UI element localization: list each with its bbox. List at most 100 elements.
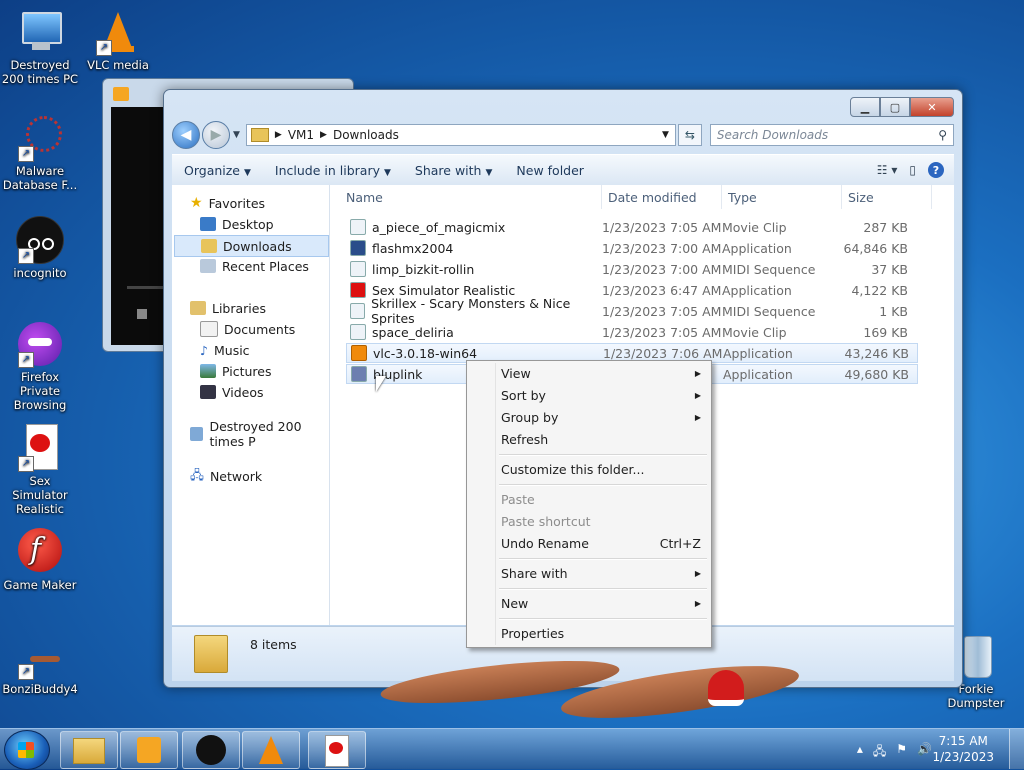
nav-recent-places[interactable]: Recent Places [200,256,309,276]
share-with-button[interactable]: Share with ▼ [403,163,505,178]
nav-libraries[interactable]: Libraries [190,298,266,318]
shortcut-arrow-icon: ↗ [18,456,34,472]
taskbar-media-player-button[interactable] [120,731,178,769]
stop-icon[interactable] [137,309,147,319]
menu-item-paste-shortcut: Paste shortcut [501,513,591,529]
address-dropdown-icon[interactable]: ▼ [662,130,669,140]
nav-music[interactable]: ♪ Music [200,340,250,360]
new-folder-button[interactable]: New folder [504,163,596,178]
show-desktop-button[interactable] [1009,729,1024,769]
action-center-flag-icon[interactable]: ⚑ [896,742,907,763]
vlc-icon [259,736,283,764]
navigation-pane[interactable]: ★ Favorites Desktop Downloads Recent Pla… [172,185,330,625]
menu-item-customize[interactable]: Customize this folder... [501,459,701,479]
menu-item-paste: Paste [501,491,535,507]
libraries-icon [190,301,206,315]
refresh-button[interactable]: ⇆ [677,124,702,146]
menu-separator [499,618,707,620]
recent-pages-dropdown[interactable]: ▼ [233,130,240,140]
menu-item-group-by[interactable]: Group by ▶ [501,407,701,427]
downloads-folder-icon [194,635,228,673]
include-in-library-button[interactable]: Include in library ▼ [263,163,403,178]
nav-favorites[interactable]: ★ Favorites [190,193,265,213]
pictures-icon [200,364,216,378]
nav-downloads[interactable]: Downloads [174,235,329,257]
midi-file-icon [350,303,366,319]
file-row[interactable]: limp_bizkit-rollin 1/23/2023 7:00 AM MIDI… [346,259,918,279]
file-row[interactable]: flashmx2004 1/23/2023 7:00 AM Application… [346,238,918,258]
desktop-icon-vlc[interactable]: ↗ VLC media [78,8,158,72]
menu-item-refresh[interactable]: Refresh [501,429,701,449]
shortcut-arrow-icon: ↗ [96,40,112,56]
desktop-icon-computer[interactable]: Destroyed 200 times PC [0,8,80,86]
help-icon[interactable]: ? [928,162,944,178]
desktop-icon-incognito[interactable]: ↗ incognito [0,216,80,280]
nav-documents[interactable]: Documents [200,319,295,339]
nav-desktop[interactable]: Desktop [200,214,274,234]
network-icon[interactable]: 🖧 [873,742,886,763]
show-hidden-icons-icon[interactable]: ▴ [857,742,863,763]
music-icon: ♪ [200,342,208,358]
desktop-icon-label: VLC media [87,58,149,72]
desktop-icon-label: Malware Database F... [2,164,78,192]
computer-icon [16,8,64,56]
column-header-size[interactable]: Size [842,185,932,209]
menu-item-view[interactable]: View ▶ [501,363,701,383]
desktop-icon-malware[interactable]: ↗ Malware Database F... [0,114,80,192]
taskbar-incognito-button[interactable] [182,731,240,769]
item-count: 8 items [250,637,297,652]
address-bar[interactable]: ▶ VM1 ▶ Downloads ▼ [245,124,676,146]
clock[interactable]: 7:15 AM 1/23/2023 [932,733,994,765]
network-icon: 🖧 [190,466,204,482]
nav-videos[interactable]: Videos [200,382,264,402]
desktop-icon-sex-simulator[interactable]: ↗ Sex Simulator Realistic [0,424,80,516]
column-header-name[interactable]: Name [340,185,602,209]
column-header-date[interactable]: Date modified [602,185,722,209]
nav-network[interactable]: 🖧 Network [190,466,262,486]
desktop-icon-firefox-private[interactable]: ↗ Firefox Private Browsing [0,320,80,412]
menu-item-new[interactable]: New ▶ [501,593,701,613]
shortcut-arrow-icon: ↗ [18,352,34,368]
breadcrumb-vm1[interactable]: VM1 [288,128,314,142]
maximize-button[interactable]: ▢ [880,97,910,117]
flash-icon: f [16,528,64,576]
preview-pane-icon[interactable]: ▯ [909,163,916,177]
downloads-folder-icon [201,239,217,253]
menu-item-undo-rename[interactable]: Undo Rename Ctrl+Z [501,533,701,553]
taskbar-document-button[interactable] [308,731,366,769]
breadcrumb-downloads[interactable]: Downloads [333,128,399,142]
menu-item-share-with[interactable]: Share with ▶ [501,563,701,583]
volume-icon[interactable]: 🔊 [917,742,932,763]
search-input[interactable]: Search Downloads ⚲ [709,124,954,146]
minimize-button[interactable]: ▁ [850,97,880,117]
close-button[interactable]: ✕ [910,97,954,117]
desktop-icon-label: BonziBuddy4 [2,682,78,696]
vlc-icon [351,345,367,361]
file-row[interactable]: Skrillex - Scary Monsters & Nice Sprites… [346,296,918,326]
menu-item-properties[interactable]: Properties [501,623,701,643]
submenu-arrow-icon: ▶ [694,390,701,400]
desktop-icon-bonzibuddy[interactable]: ↗ BonziBuddy4 [0,632,80,696]
forward-button[interactable]: ▶ [202,121,230,149]
taskbar-explorer-button[interactable] [60,731,118,769]
file-row[interactable]: space_deliria 1/23/2023 7:05 AM Movie Cli… [346,322,918,342]
nav-pictures[interactable]: Pictures [200,361,272,381]
view-options-icon[interactable]: ☷ ▾ [877,163,898,177]
back-button[interactable]: ◀ [172,121,200,149]
window-controls: ▁ ▢ ✕ [850,97,954,117]
file-row[interactable]: a_piece_of_magicmix 1/23/2023 7:05 AM Mov… [346,217,918,237]
nav-computer[interactable]: Destroyed 200 times P [190,419,329,449]
search-icon: ⚲ [938,128,947,142]
taskbar-vlc-button[interactable] [242,731,300,769]
menu-item-sort-by[interactable]: Sort by ▶ [501,385,701,405]
organize-button[interactable]: Organize ▼ [172,163,263,178]
context-menu[interactable]: View ▶ Sort by ▶ Group by ▶ Refresh Customi… [466,360,712,648]
column-header-type[interactable]: Type [722,185,842,209]
desktop-icon-game-maker[interactable]: f Game Maker [0,528,80,592]
menu-separator [499,454,707,456]
start-button[interactable] [4,730,50,770]
desktop-folder-icon [200,217,216,231]
menu-separator [499,588,707,590]
application-icon [350,240,366,256]
lizard-icon: ↗ [16,632,64,680]
